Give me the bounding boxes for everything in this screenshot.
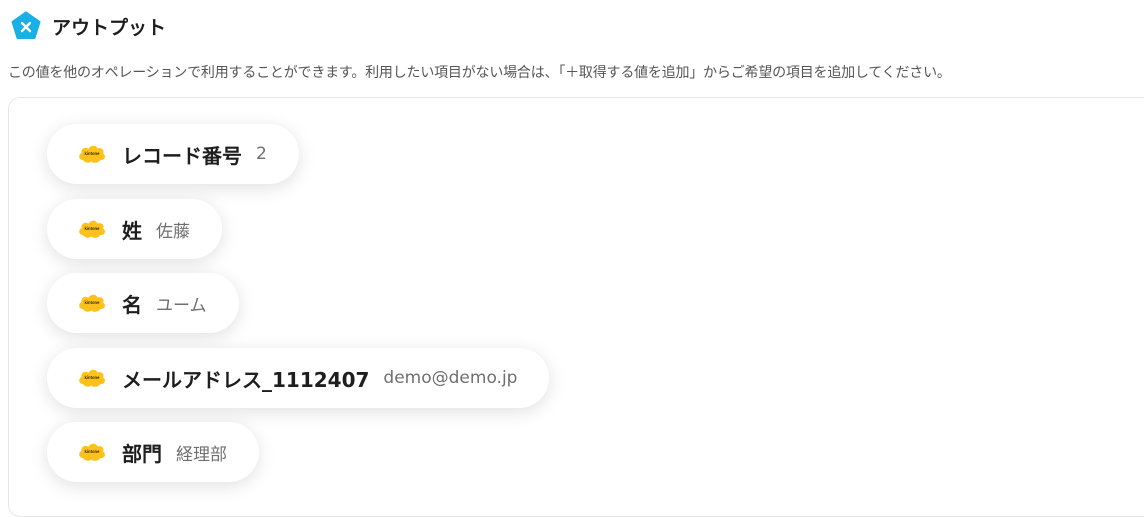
field-label: 姓: [122, 218, 142, 243]
svg-text:kintone: kintone: [85, 300, 101, 305]
field-chip-department[interactable]: kintone 部門 経理部: [47, 422, 259, 482]
kintone-logo-icon: kintone: [77, 143, 107, 165]
field-value: 佐藤: [156, 221, 190, 242]
page-title: アウトプット: [52, 16, 167, 39]
field-label: 名: [122, 292, 142, 317]
field-label: 部門: [122, 441, 162, 466]
field-value: 2: [256, 144, 267, 164]
svg-text:kintone: kintone: [85, 151, 101, 156]
field-chip-last-name[interactable]: kintone 姓 佐藤: [47, 199, 222, 259]
kintone-logo-icon: kintone: [77, 367, 107, 389]
output-description: この値を他のオペレーションで利用することができます。利用したい項目がない場合は、…: [8, 65, 951, 81]
svg-text:kintone: kintone: [85, 449, 101, 454]
field-value: demo@demo.jp: [383, 368, 518, 388]
field-chip-record-number[interactable]: kintone レコード番号 2: [47, 124, 299, 184]
svg-text:kintone: kintone: [85, 226, 101, 231]
field-value: ユーム: [156, 295, 207, 316]
kintone-logo-icon: kintone: [77, 441, 107, 463]
field-chip-first-name[interactable]: kintone 名 ユーム: [47, 273, 239, 333]
field-value: 経理部: [176, 444, 227, 465]
close-icon[interactable]: [10, 10, 42, 42]
output-panel: kintone レコード番号 2 kintone 姓 佐藤 kintone 名 …: [8, 97, 1144, 517]
field-chip-email[interactable]: kintone メールアドレス_1112407 demo@demo.jp: [47, 348, 550, 408]
kintone-logo-icon: kintone: [77, 292, 107, 314]
kintone-logo-icon: kintone: [77, 218, 107, 240]
svg-text:kintone: kintone: [85, 375, 101, 380]
field-label: メールアドレス_1112407: [122, 367, 370, 392]
output-header: アウトプット: [10, 10, 166, 42]
field-label: レコード番号: [122, 143, 242, 168]
